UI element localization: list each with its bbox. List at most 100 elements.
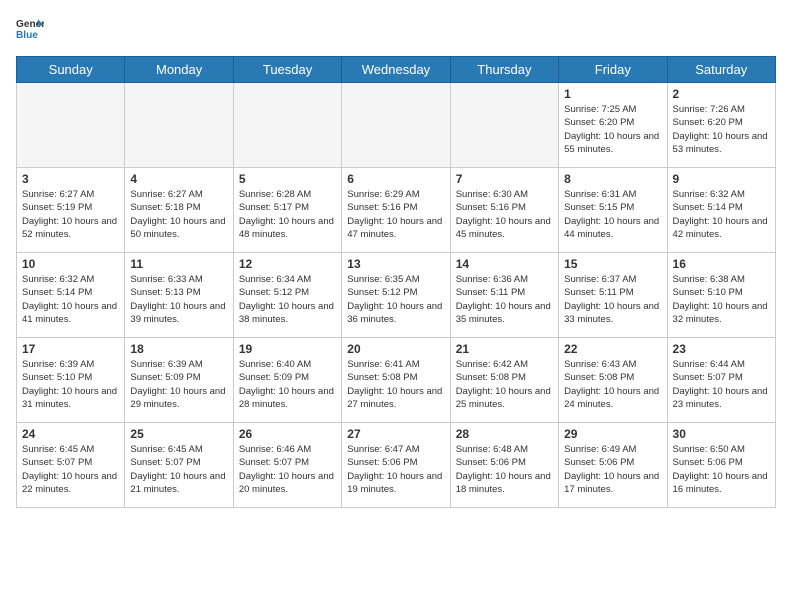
calendar-cell	[342, 83, 450, 168]
calendar-cell	[125, 83, 233, 168]
calendar-cell	[233, 83, 341, 168]
calendar-cell: 29 Sunrise: 6:49 AM Sunset: 5:06 PM Dayli…	[559, 423, 667, 508]
day-number: 7	[456, 172, 553, 186]
logo-icon: General Blue	[16, 16, 44, 44]
day-number: 10	[22, 257, 119, 271]
calendar-cell: 25 Sunrise: 6:45 AM Sunset: 5:07 PM Dayli…	[125, 423, 233, 508]
cell-info: Sunrise: 6:33 AM Sunset: 5:13 PM Dayligh…	[130, 273, 227, 326]
day-number: 6	[347, 172, 444, 186]
day-number: 23	[673, 342, 770, 356]
day-of-week-header: Sunday	[17, 57, 125, 83]
calendar-cell: 18Sunrise: 6:39 AM Sunset: 5:09 PM Dayli…	[125, 338, 233, 423]
calendar-cell: 27 Sunrise: 6:47 AM Sunset: 5:06 PM Dayli…	[342, 423, 450, 508]
calendar-cell: 10 Sunrise: 6:32 AM Sunset: 5:14 PM Dayli…	[17, 253, 125, 338]
cell-info: Sunrise: 7:25 AM Sunset: 6:20 PM Dayligh…	[564, 103, 661, 156]
cell-info: Sunrise: 6:49 AM Sunset: 5:06 PM Dayligh…	[564, 443, 661, 496]
cell-info: Sunrise: 6:32 AM Sunset: 5:14 PM Dayligh…	[673, 188, 770, 241]
calendar-table: SundayMondayTuesdayWednesdayThursdayFrid…	[16, 56, 776, 508]
calendar-cell: 2 Sunrise: 7:26 AM Sunset: 6:20 PM Daylig…	[667, 83, 775, 168]
day-of-week-header: Monday	[125, 57, 233, 83]
day-of-week-header: Wednesday	[342, 57, 450, 83]
day-number: 14	[456, 257, 553, 271]
day-number: 13	[347, 257, 444, 271]
day-of-week-header: Saturday	[667, 57, 775, 83]
cell-info: Sunrise: 6:47 AM Sunset: 5:06 PM Dayligh…	[347, 443, 444, 496]
day-number: 22	[564, 342, 661, 356]
day-number: 30	[673, 427, 770, 441]
calendar-cell	[450, 83, 558, 168]
cell-info: Sunrise: 6:29 AM Sunset: 5:16 PM Dayligh…	[347, 188, 444, 241]
calendar-cell: 1 Sunrise: 7:25 AM Sunset: 6:20 PM Daylig…	[559, 83, 667, 168]
day-number: 26	[239, 427, 336, 441]
cell-info: Sunrise: 6:36 AM Sunset: 5:11 PM Dayligh…	[456, 273, 553, 326]
calendar-cell: 21 Sunrise: 6:42 AM Sunset: 5:08 PM Dayli…	[450, 338, 558, 423]
calendar-cell: 22 Sunrise: 6:43 AM Sunset: 5:08 PM Dayli…	[559, 338, 667, 423]
cell-info: Sunrise: 6:39 AM Sunset: 5:10 PM Dayligh…	[22, 358, 119, 411]
calendar-cell: 6 Sunrise: 6:29 AM Sunset: 5:16 PM Daylig…	[342, 168, 450, 253]
calendar-cell: 16 Sunrise: 6:38 AM Sunset: 5:10 PM Dayli…	[667, 253, 775, 338]
cell-info: Sunrise: 6:43 AM Sunset: 5:08 PM Dayligh…	[564, 358, 661, 411]
calendar-cell: 17 Sunrise: 6:39 AM Sunset: 5:10 PM Dayli…	[17, 338, 125, 423]
day-number: 19	[239, 342, 336, 356]
day-number: 3	[22, 172, 119, 186]
cell-info: Sunrise: 6:42 AM Sunset: 5:08 PM Dayligh…	[456, 358, 553, 411]
calendar-cell: 3 Sunrise: 6:27 AM Sunset: 5:19 PM Daylig…	[17, 168, 125, 253]
cell-info: Sunrise: 6:44 AM Sunset: 5:07 PM Dayligh…	[673, 358, 770, 411]
day-number: 20	[347, 342, 444, 356]
calendar-cell: 8 Sunrise: 6:31 AM Sunset: 5:15 PM Daylig…	[559, 168, 667, 253]
day-number: 15	[564, 257, 661, 271]
cell-info: Sunrise: 6:46 AM Sunset: 5:07 PM Dayligh…	[239, 443, 336, 496]
cell-info: Sunrise: 6:31 AM Sunset: 5:15 PM Dayligh…	[564, 188, 661, 241]
day-number: 1	[564, 87, 661, 101]
day-number: 2	[673, 87, 770, 101]
day-number: 27	[347, 427, 444, 441]
cell-info: Sunrise: 6:34 AM Sunset: 5:12 PM Dayligh…	[239, 273, 336, 326]
day-number: 9	[673, 172, 770, 186]
day-number: 25	[130, 427, 227, 441]
day-number: 21	[456, 342, 553, 356]
cell-info: Sunrise: 6:45 AM Sunset: 5:07 PM Dayligh…	[22, 443, 119, 496]
day-number: 8	[564, 172, 661, 186]
cell-info: Sunrise: 6:45 AM Sunset: 5:07 PM Dayligh…	[130, 443, 227, 496]
logo: General Blue	[16, 16, 44, 44]
cell-info: Sunrise: 6:50 AM Sunset: 5:06 PM Dayligh…	[673, 443, 770, 496]
day-number: 4	[130, 172, 227, 186]
cell-info: Sunrise: 6:27 AM Sunset: 5:19 PM Dayligh…	[22, 188, 119, 241]
calendar-cell: 14 Sunrise: 6:36 AM Sunset: 5:11 PM Dayli…	[450, 253, 558, 338]
cell-info: Sunrise: 6:30 AM Sunset: 5:16 PM Dayligh…	[456, 188, 553, 241]
day-number: 28	[456, 427, 553, 441]
day-number: 5	[239, 172, 336, 186]
calendar-cell: 12 Sunrise: 6:34 AM Sunset: 5:12 PM Dayli…	[233, 253, 341, 338]
cell-info: Sunrise: 6:35 AM Sunset: 5:12 PM Dayligh…	[347, 273, 444, 326]
calendar-cell: 11Sunrise: 6:33 AM Sunset: 5:13 PM Dayli…	[125, 253, 233, 338]
day-number: 24	[22, 427, 119, 441]
day-number: 17	[22, 342, 119, 356]
day-number: 12	[239, 257, 336, 271]
calendar-cell: 15 Sunrise: 6:37 AM Sunset: 5:11 PM Dayli…	[559, 253, 667, 338]
calendar-cell: 24 Sunrise: 6:45 AM Sunset: 5:07 PM Dayli…	[17, 423, 125, 508]
cell-info: Sunrise: 6:37 AM Sunset: 5:11 PM Dayligh…	[564, 273, 661, 326]
svg-text:Blue: Blue	[16, 30, 38, 41]
cell-info: Sunrise: 7:26 AM Sunset: 6:20 PM Dayligh…	[673, 103, 770, 156]
cell-info: Sunrise: 6:28 AM Sunset: 5:17 PM Dayligh…	[239, 188, 336, 241]
cell-info: Sunrise: 6:32 AM Sunset: 5:14 PM Dayligh…	[22, 273, 119, 326]
cell-info: Sunrise: 6:40 AM Sunset: 5:09 PM Dayligh…	[239, 358, 336, 411]
calendar-cell: 20 Sunrise: 6:41 AM Sunset: 5:08 PM Dayli…	[342, 338, 450, 423]
calendar-cell: 23 Sunrise: 6:44 AM Sunset: 5:07 PM Dayli…	[667, 338, 775, 423]
day-of-week-header: Tuesday	[233, 57, 341, 83]
calendar-cell: 26 Sunrise: 6:46 AM Sunset: 5:07 PM Dayli…	[233, 423, 341, 508]
cell-info: Sunrise: 6:41 AM Sunset: 5:08 PM Dayligh…	[347, 358, 444, 411]
calendar-cell	[17, 83, 125, 168]
cell-info: Sunrise: 6:38 AM Sunset: 5:10 PM Dayligh…	[673, 273, 770, 326]
day-number: 16	[673, 257, 770, 271]
day-of-week-header: Thursday	[450, 57, 558, 83]
calendar-cell: 13 Sunrise: 6:35 AM Sunset: 5:12 PM Dayli…	[342, 253, 450, 338]
cell-info: Sunrise: 6:27 AM Sunset: 5:18 PM Dayligh…	[130, 188, 227, 241]
day-number: 29	[564, 427, 661, 441]
calendar-cell: 9 Sunrise: 6:32 AM Sunset: 5:14 PM Daylig…	[667, 168, 775, 253]
calendar-cell: 4 Sunrise: 6:27 AM Sunset: 5:18 PM Daylig…	[125, 168, 233, 253]
cell-info: Sunrise: 6:48 AM Sunset: 5:06 PM Dayligh…	[456, 443, 553, 496]
cell-info: Sunrise: 6:39 AM Sunset: 5:09 PM Dayligh…	[130, 358, 227, 411]
day-of-week-header: Friday	[559, 57, 667, 83]
calendar-cell: 5 Sunrise: 6:28 AM Sunset: 5:17 PM Daylig…	[233, 168, 341, 253]
